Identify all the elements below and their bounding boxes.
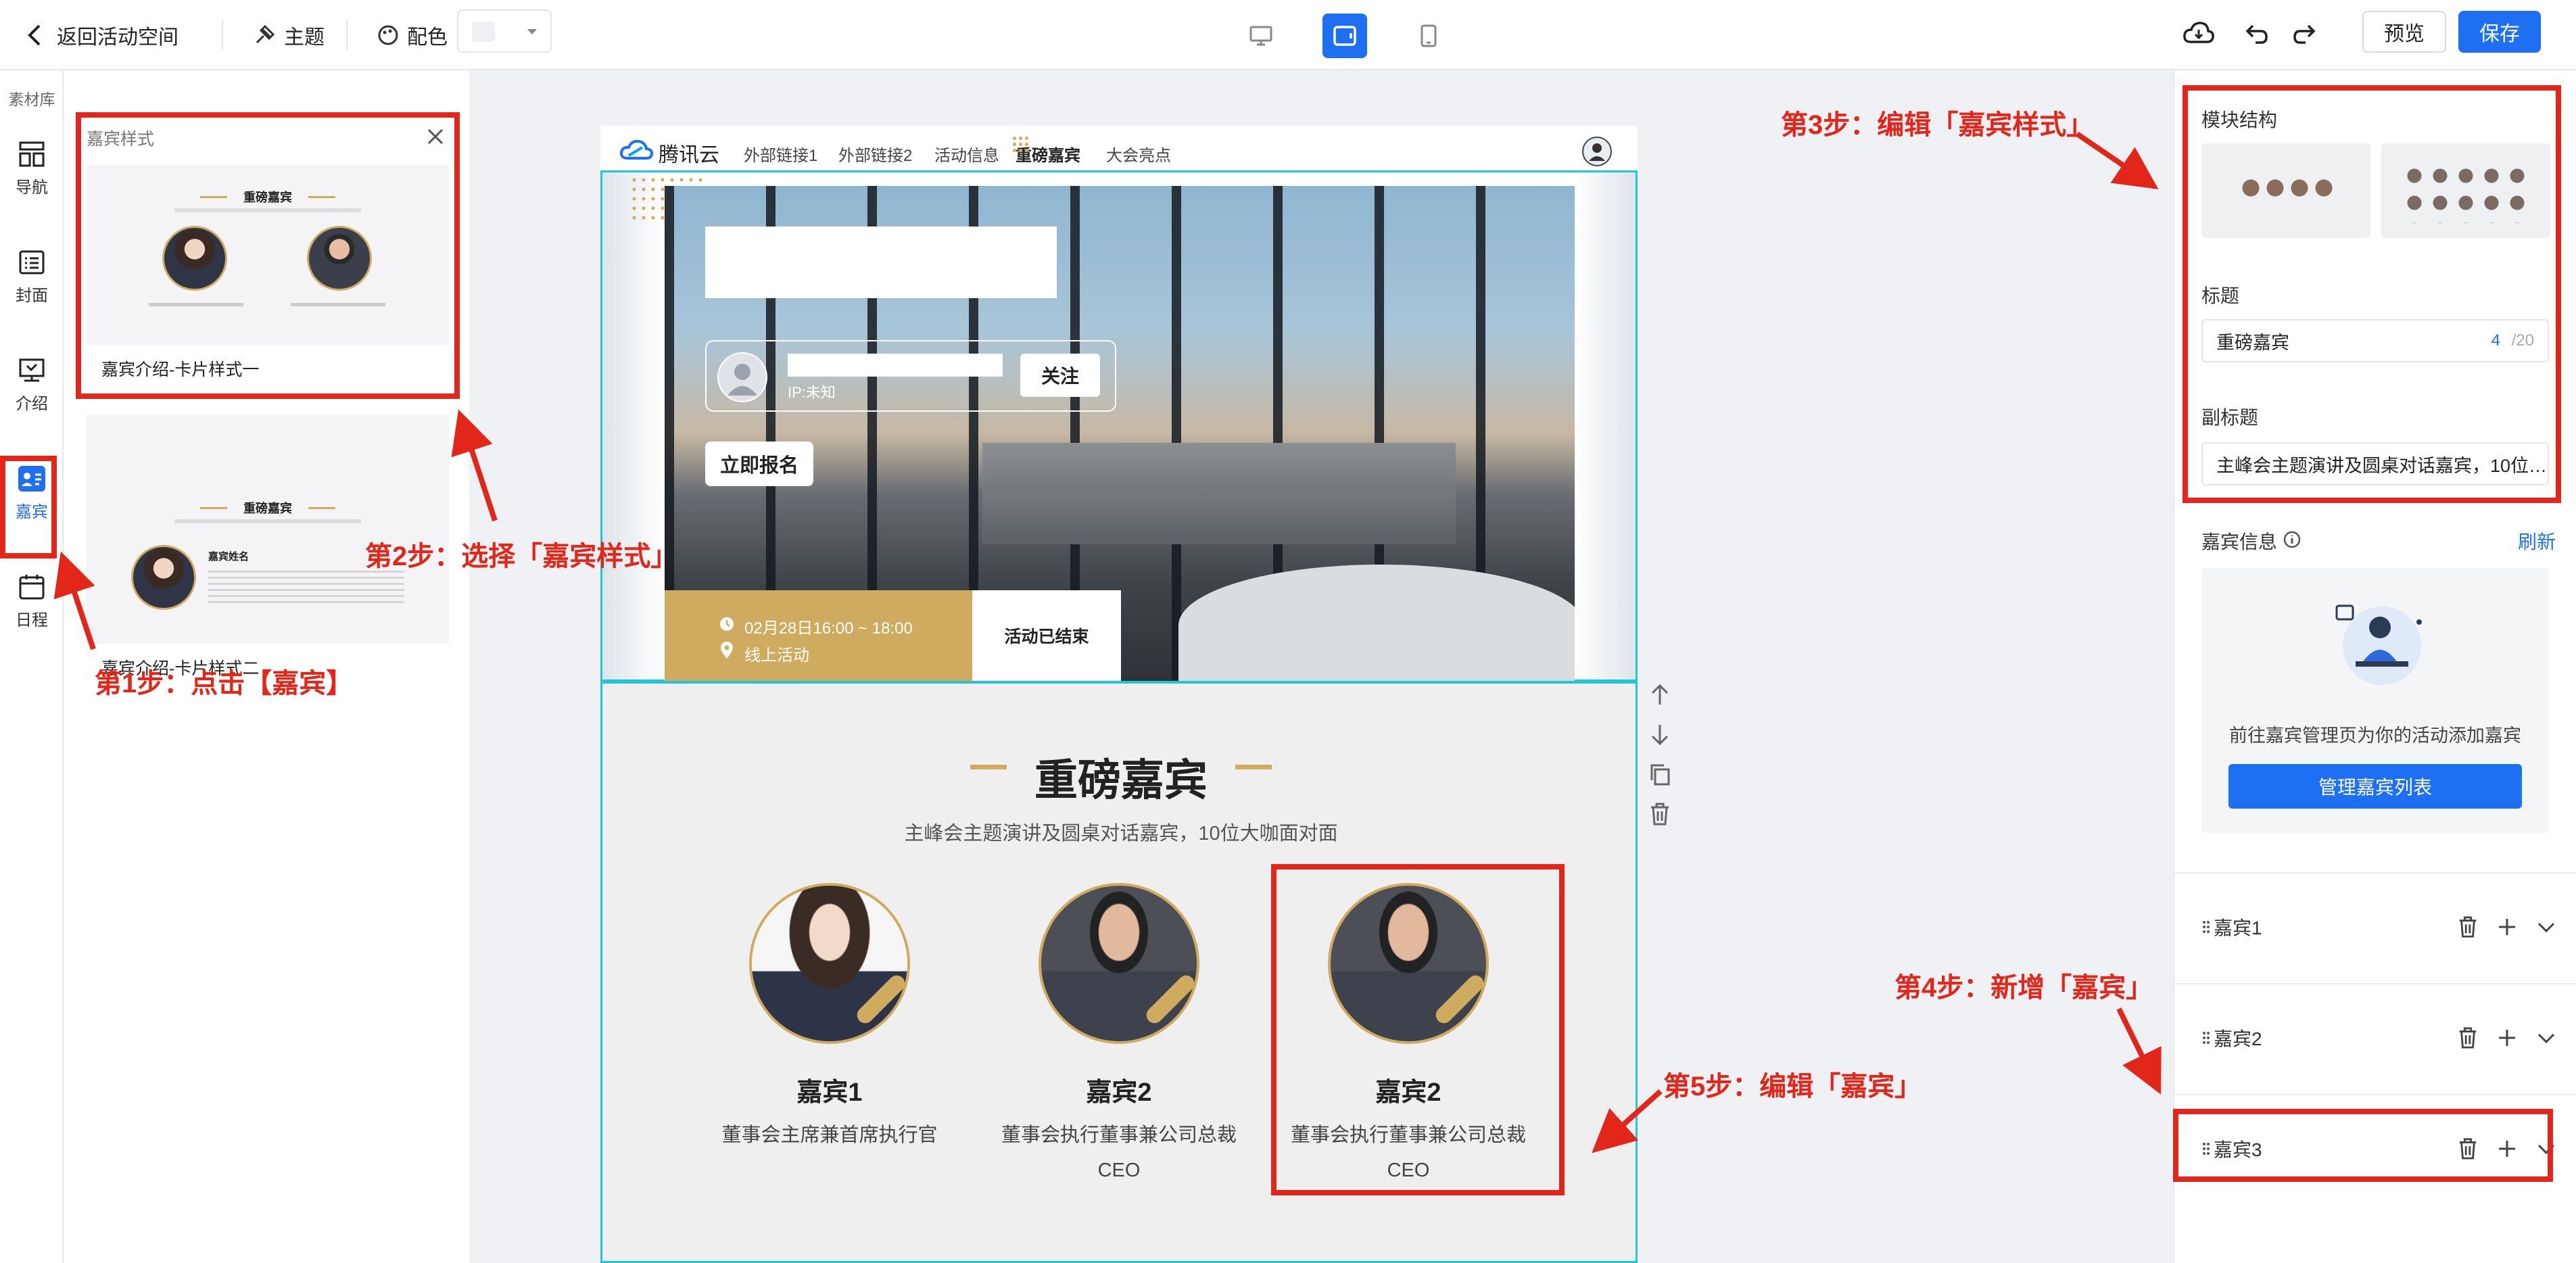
annotation-arrows [53,131,2162,1153]
annotation-step1: 第1步：点击【嘉宾】 [95,669,354,698]
annotation-step5: 第5步：编辑「嘉宾」 [1663,1072,1922,1101]
annotation-step2: 第2步：选择「嘉宾样式」 [365,542,678,571]
annotation-step4: 第4步：新增「嘉宾」 [1894,973,2153,1003]
annotation-step3: 第3步：编辑「嘉宾样式」 [1781,110,2094,140]
